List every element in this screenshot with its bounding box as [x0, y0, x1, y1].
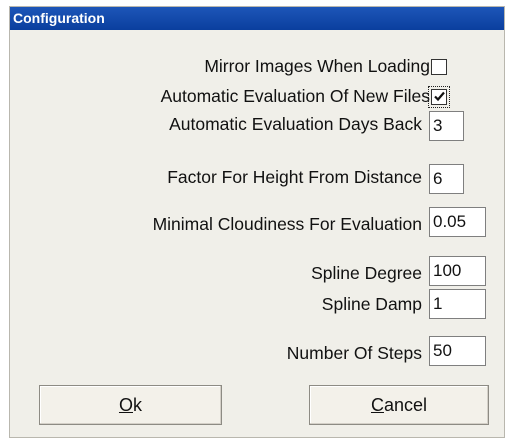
num-steps-input[interactable] — [429, 336, 486, 366]
spline-degree-label: Spline Degree — [311, 263, 422, 283]
ok-button[interactable]: Ok — [39, 385, 222, 425]
mirror-images-label: Mirror Images When Loading — [204, 56, 430, 76]
configuration-dialog: Configuration Mirror Images When Loading… — [9, 6, 505, 438]
mirror-images-checkbox[interactable] — [431, 59, 447, 75]
height-factor-label: Factor For Height From Distance — [167, 167, 422, 187]
window-title: Configuration — [13, 10, 105, 26]
cancel-button[interactable]: Cancel — [309, 385, 489, 425]
auto-eval-label: Automatic Evaluation Of New Files — [160, 86, 430, 106]
min-cloudiness-label: Minimal Cloudiness For Evaluation — [152, 214, 422, 234]
spline-damp-label: Spline Damp — [321, 294, 422, 314]
min-cloudiness-input[interactable] — [429, 207, 486, 237]
ok-mnemonic: O — [118, 395, 133, 415]
auto-eval-checkbox[interactable] — [428, 86, 450, 108]
ok-label-rest: k — [133, 395, 142, 415]
title-bar: Configuration — [10, 7, 504, 30]
checkmark-icon — [434, 91, 445, 102]
auto-eval-days-label: Automatic Evaluation Days Back — [169, 114, 422, 134]
num-steps-label: Number Of Steps — [286, 343, 422, 363]
cancel-label-rest: ancel — [383, 395, 428, 415]
auto-eval-days-input[interactable] — [429, 111, 464, 141]
spline-degree-input[interactable] — [429, 256, 486, 286]
cancel-mnemonic: C — [370, 395, 384, 415]
height-factor-input[interactable] — [429, 164, 464, 194]
spline-damp-input[interactable] — [429, 289, 486, 319]
